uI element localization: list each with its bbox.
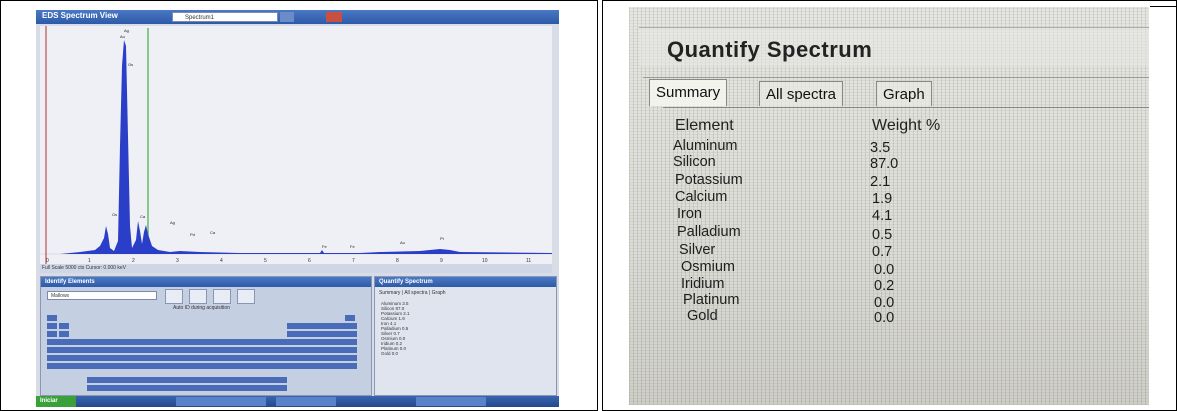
content-divider [663,107,1149,108]
weight-cell: 0.7 [872,244,893,260]
periodic-cell[interactable] [47,323,57,329]
peak-label: Au [120,34,125,39]
spectrum-select-dropdown-button[interactable] [280,12,294,22]
periodic-cell[interactable] [345,315,355,321]
quantify-small-row: Gold 0.0 [381,351,399,356]
element-filter-select[interactable]: Mallows [47,291,157,300]
peak-label: Fe [350,244,355,249]
quantify-spectrum-small-title: Quantify Spectrum [375,277,556,287]
peak-label: Ca [140,214,146,219]
weight-cell: 87.0 [870,156,899,172]
weight-cell: 2.1 [870,174,891,190]
element-cell: Calcium [675,189,728,205]
quantify-small-tab[interactable]: Graph [432,290,446,296]
peak-label: Os [128,62,133,67]
quantify-title: Quantify Spectrum [667,37,873,62]
quantify-small-tabs[interactable]: Summary | All spectra | Graph [379,290,446,296]
element-cell: Gold [687,308,718,324]
quantify-small-tab[interactable]: Summary [379,290,400,296]
element-cell: Silver [679,242,716,258]
identify-elements-panel: Identify Elements Mallows Auto ID during… [40,276,372,396]
periodic-row[interactable] [47,339,357,345]
peak-label: Fe [322,244,327,249]
element-cell: Osmium [681,259,735,275]
spectrum-status-bar: Full Scale 5000 cts Cursor: 0.000 keV [40,264,552,273]
peak-label: Pd [190,232,195,237]
periodic-cell[interactable] [59,331,69,337]
spectrum-select[interactable]: Spectrum1 [172,12,278,22]
periodic-row[interactable] [87,377,287,383]
peak-label: Ag [124,28,129,33]
quantify-spectrum-photo: Quantify Spectrum Summary All spectra Gr… [629,7,1149,405]
tabs-divider [643,77,1149,78]
remove-element-button[interactable] [213,289,231,304]
tab-summary[interactable]: Summary [649,79,728,106]
quantify-small-tab[interactable]: All spectra [404,290,427,296]
periodic-row[interactable] [47,347,357,353]
taskbar-item[interactable] [176,397,266,406]
spectrum-plot[interactable]: Au Ag Os Os Ca Ag Pd Ca Fe Fe Au Pt 0 1 … [40,26,552,264]
periodic-row[interactable] [47,355,357,361]
edit-element-button[interactable] [189,289,207,304]
element-cell: Platinum [683,292,740,308]
auto-id-label: Auto ID during acquisition [173,305,230,311]
periodic-row[interactable] [47,363,357,369]
add-element-button[interactable] [165,289,183,304]
peak-label: Ag [170,220,175,225]
peak-label: Au [400,240,405,245]
periodic-cell[interactable] [47,331,57,337]
periodic-row[interactable] [87,385,287,391]
weight-cell: 0.5 [872,227,893,243]
element-cell: Silicon [673,154,716,170]
spectrum-view-title: EDS Spectrum View [42,11,118,20]
periodic-table-button[interactable] [237,289,255,304]
element-cell: Aluminum [673,138,738,154]
quantify-spectrum-small-panel: Quantify Spectrum Summary | All spectra … [374,276,557,396]
periodic-row[interactable] [287,323,357,329]
element-cell: Potassium [675,172,743,188]
weight-cell: 4.1 [872,208,893,224]
start-button[interactable]: Iniciar [36,396,76,407]
table-border-line [1150,6,1177,7]
peak-labels: Au Ag Os Os Ca Ag Pd Ca Fe Fe Au Pt [112,28,445,249]
element-cell: Palladium [677,224,741,240]
peak-label: Pt [440,236,445,241]
peak-label: Os [112,212,117,217]
weight-cell: 0.0 [874,310,895,326]
taskbar-item[interactable] [276,397,336,406]
peak-label: Ca [210,230,216,235]
spectrum-tool-button[interactable] [326,12,342,22]
periodic-cell[interactable] [59,323,69,329]
weight-cell: 1.9 [872,191,893,207]
windows-taskbar: Iniciar [36,396,559,407]
spectrum-fill [60,40,552,254]
identify-elements-title: Identify Elements [41,277,371,287]
element-cell: Iron [677,206,702,222]
element-cell: Iridium [681,276,725,292]
tab-all-spectra[interactable]: All spectra [759,81,844,106]
periodic-row[interactable] [287,331,357,337]
weight-cell: 3.5 [870,140,891,156]
periodic-cell[interactable] [47,315,57,321]
weight-cell: 0.2 [874,278,895,294]
spectrum-svg: Au Ag Os Os Ca Ag Pd Ca Fe Fe Au Pt 0 1 … [40,26,552,264]
weight-cell: 0.0 [874,262,895,278]
weight-cell: 0.0 [874,295,895,311]
eds-monitor-photo: EDS Spectrum View Spectrum1 Au Ag Os Os … [36,10,559,407]
spectrum-view-titlebar: EDS Spectrum View [36,10,559,24]
column-header-element: Element [675,117,734,134]
quantify-small-rows: Aluminum 3.5 Silicon 87.0 Potassium 2.1 … [381,301,410,356]
tab-graph[interactable]: Graph [876,81,932,106]
taskbar-item[interactable] [416,397,486,406]
column-header-weight: Weight % [872,117,941,134]
